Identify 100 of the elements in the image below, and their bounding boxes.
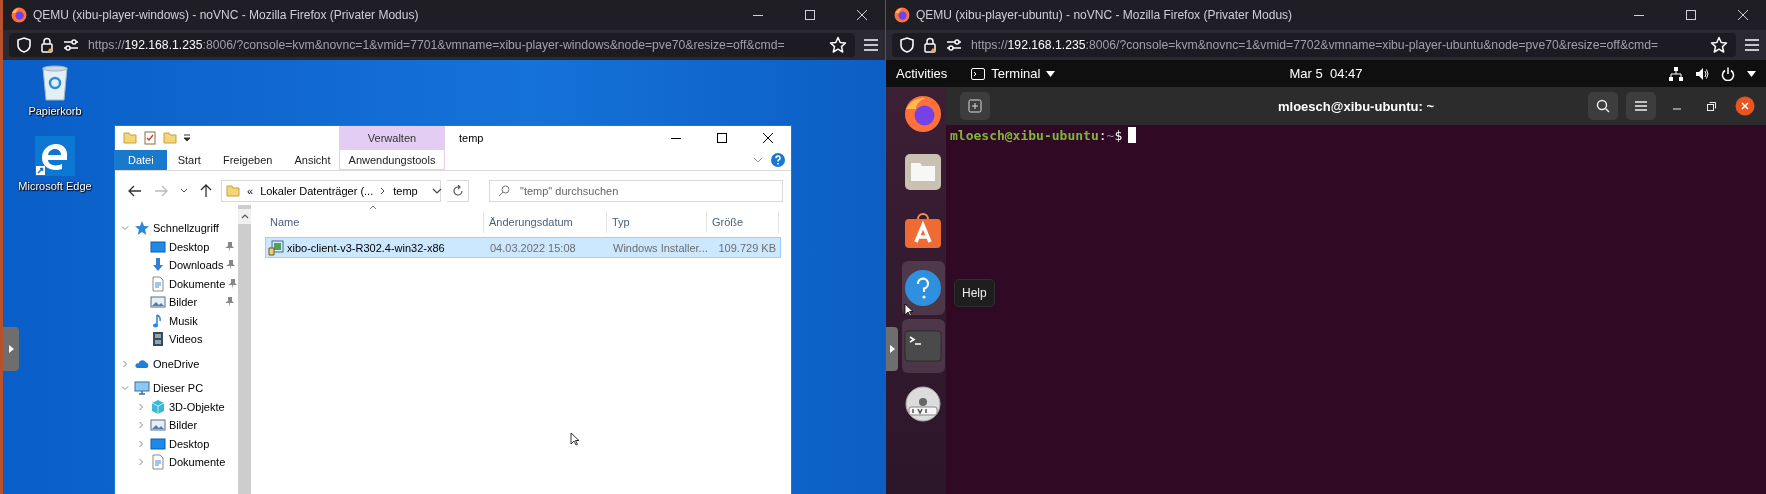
desktop-icon [150,238,166,255]
edge-shortcut-icon[interactable] [35,136,75,176]
nav-item[interactable]: Bilder [169,296,198,309]
nav-item[interactable]: Dokumente [169,456,226,469]
ribbon-tab[interactable]: Ansicht [283,150,342,170]
lock-icon[interactable] [923,37,937,53]
firefox-logo-icon [894,7,910,23]
document-icon [150,454,166,471]
menu-icon[interactable] [1744,38,1760,52]
breadcrumb-segment[interactable]: temp [393,185,418,197]
ribbon-tab[interactable]: Start [166,150,212,170]
bookmark-star-icon[interactable] [1710,36,1728,54]
terminal-title: mloesch@xibu-ubuntu: ~ [1278,98,1434,114]
nav-item[interactable]: Videos [169,333,203,346]
search-button[interactable] [1588,92,1618,120]
ribbon-tab[interactable]: Freigeben [211,150,284,170]
close-icon [857,10,867,20]
close-icon [763,133,773,143]
dvd-disc-icon [904,385,942,423]
nav-item[interactable]: 3D-Objekte [169,400,225,413]
mouse-pointer-icon [904,303,914,317]
dropdown-caret-icon[interactable] [1747,70,1756,77]
app-menu[interactable]: Terminal [991,66,1041,81]
document-icon [150,275,166,292]
folder-icon [226,184,240,198]
nav-item[interactable]: OneDrive [153,357,200,370]
properties-icon[interactable] [143,131,157,145]
bookmark-star-icon[interactable] [829,36,847,54]
star-icon [134,220,150,237]
close-icon [1738,10,1748,20]
chevron-icon[interactable] [380,187,387,195]
chevron-down-icon [180,188,188,194]
mouse-pointer-icon [570,432,580,446]
column-header[interactable]: Änderungsdatum [484,211,607,233]
power-icon[interactable] [1721,66,1735,81]
dock-item[interactable] [901,261,945,315]
menu-icon [1635,101,1647,111]
refresh-button[interactable] [447,180,469,202]
help-icon[interactable] [771,153,785,167]
breadcrumb-overflow[interactable]: « [247,185,254,197]
nav-item[interactable]: Desktop [169,437,210,450]
menu-icon[interactable] [863,38,879,52]
up-arrow-icon [200,184,212,198]
back-arrow-icon [128,185,142,197]
volume-icon[interactable] [1695,66,1709,81]
dropdown-caret-icon[interactable] [431,188,442,194]
terminal-prompt: mloesch@xibu-ubuntu:~$ [950,127,1123,143]
permissions-icon[interactable] [63,39,79,51]
computer-icon [134,380,150,397]
nav-item[interactable]: Bilder [169,419,198,432]
table-cell-text: 04.03.2022 15:08 [489,241,577,254]
desktop-icon-label[interactable]: Papierkorb [28,105,82,117]
terminal-icon [971,67,986,80]
table-cell-text: 109.729 KB [717,241,777,254]
tooltip: Help [954,279,995,307]
column-header[interactable]: Typ [607,211,707,233]
nav-item[interactable]: Desktop [169,240,210,253]
shield-icon[interactable] [17,37,31,53]
plus-icon [968,99,982,113]
file-row[interactable]: xibo-client-v3-R302.4-win32-x86 04.03.2022 15:08 Windows Installer... 109.729 KB [265,237,781,258]
dropdown-caret-icon[interactable] [183,134,191,142]
recycle-bin-icon[interactable] [40,65,70,101]
nav-item[interactable]: Dokumente [169,277,226,290]
nav-item[interactable]: Musik [169,314,198,327]
scroll-up-button[interactable] [238,209,251,224]
context-tab-group-label: Verwalten [339,126,445,150]
sort-caret-icon [369,205,377,210]
menu-button[interactable] [1626,92,1656,120]
shopping-bag-icon [904,211,942,249]
window-title: QEMU (xibu-player-ubuntu) - noVNC - Mozilla Firefox (Privater Modus) [916,8,1293,22]
file-name: xibo-client-v3-R302.4-win32-x86 [287,241,445,254]
shield-icon[interactable] [900,37,914,53]
address-bar[interactable]: https://192.168.1.235:8006/?console=kvm&novnc=1&vmid=7702&vmname=xibu-player-ubuntu&node=pve70&resize=off&cmd= [892,33,1736,57]
nav-item[interactable]: Dieser PC [153,382,204,395]
breadcrumb-segment[interactable]: Lokaler Datenträger (... [260,185,374,197]
desktop-icon-label[interactable]: Microsoft Edge [18,180,92,192]
dropdown-caret-icon[interactable] [1046,70,1056,77]
search-field[interactable]: "temp" durchsuchen [489,180,783,202]
activities-button[interactable]: Activities [896,66,948,81]
lock-icon[interactable] [40,37,54,53]
ribbon-tab[interactable]: Anwendungstools [339,150,445,170]
nav-item[interactable]: Downloads [169,259,224,272]
text-cursor [1128,127,1137,143]
clock[interactable]: Mar 5 04:47 [1289,66,1363,81]
address-field[interactable]: « Lokaler Datenträger (... temp [221,180,441,202]
maximize-icon [805,10,815,20]
refresh-icon [451,185,464,197]
network-icon[interactable] [1669,66,1683,81]
permissions-icon[interactable] [946,39,962,51]
column-header[interactable]: Größe [707,211,779,233]
new-tab-button[interactable] [960,92,990,120]
column-header[interactable]: Name [265,211,484,233]
address-bar[interactable]: https://192.168.1.235:8006/?console=kvm&novnc=1&vmid=7701&vmname=xibu-player-windows&node=pve70&resize=off&cmd= [9,33,855,57]
side-panel-handle[interactable] [886,327,898,371]
side-panel-handle[interactable] [3,327,19,371]
firefox-logo-icon [11,7,27,23]
chevron-up-icon [240,214,249,219]
expand-ribbon-icon[interactable] [753,156,763,164]
nav-item[interactable]: Schnellzugriff [153,222,219,235]
forward-arrow-icon [154,185,168,197]
